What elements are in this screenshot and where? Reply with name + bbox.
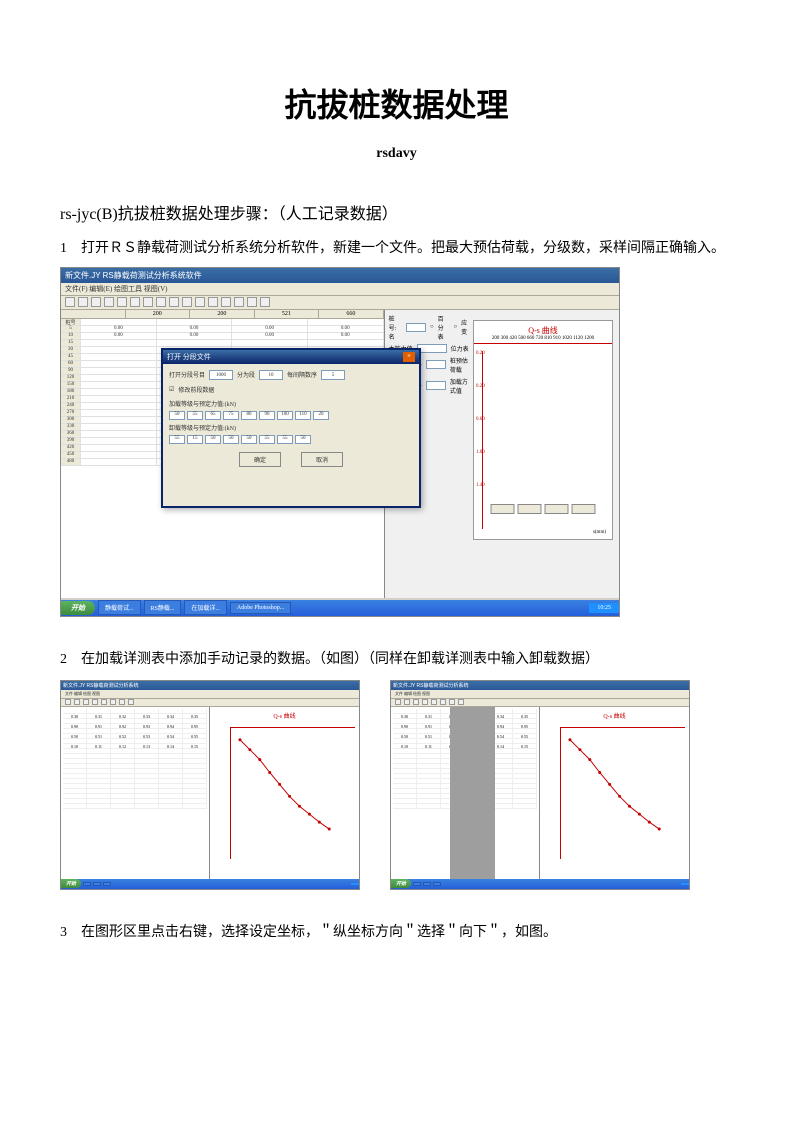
screenshot-1: 新文件.JY RS静载荷测试分析系统软件 文件(F) 编辑(E) 绘图工具 视图… [60, 267, 620, 617]
step-3: 3 在图形区里点击右键，选择设定坐标，＂纵坐标方向＂选择＂向下＂，如图。 [60, 920, 733, 945]
toolbar-btn [221, 297, 231, 307]
window-titlebar: 新文件.JY RS静载荷测试分析系统 [61, 681, 359, 690]
dialog-title-text: 打开 分段文件 [167, 352, 211, 362]
chart-area: Q-s 曲线 200 300 420 500 660 720 810 910 1… [473, 320, 613, 540]
dialog-label: 卸载等级与预定力值:(kN) [169, 423, 413, 432]
window-toolbar [391, 699, 689, 707]
taskbar: 开始 [61, 879, 359, 889]
taskbar-tray: 10:25 [589, 603, 619, 613]
chart-panel: Q-s 曲线 [210, 707, 359, 879]
step-1-num: 1 [60, 241, 67, 256]
taskbar-item: RS静载... [144, 600, 182, 615]
toolbar-btn [65, 297, 75, 307]
app-body: 0.300.310.320.330.340.350.900.910.920.93… [391, 707, 689, 879]
window-menubar: 文件(F) 编辑(E) 绘图工具 视图(V) [61, 283, 619, 296]
window-toolbar [61, 699, 359, 707]
screenshot-row: 新文件.JY RS静载荷测试分析系统 文件 编辑 绘图 视图 0.300.310… [60, 680, 733, 890]
control-label: 桩号:名 [389, 314, 402, 341]
step-3-text: 在图形区里点击右键，选择设定坐标，＂纵坐标方向＂选择＂向下＂，如图。 [81, 925, 557, 940]
gray-overlay [450, 707, 494, 879]
toolbar-btn [247, 297, 257, 307]
document-title: 抗拔桩数据处理 [60, 80, 733, 126]
taskbar: 开始 静载荷试... RS静载... 在加载详... Adobe Photosh… [61, 600, 619, 616]
chart-title: Q-s 曲线 [210, 711, 359, 720]
toolbar-btn [78, 297, 88, 307]
toolbar-btn [117, 297, 127, 307]
chart-x-axis: 200 300 420 500 660 720 810 910 1020 112… [474, 336, 612, 344]
section-heading-rest: 抗拔桩数据处理步骤：（人工记录数据） [118, 206, 398, 223]
app-body: 0.300.310.320.330.340.350.900.910.920.93… [61, 707, 359, 879]
window-titlebar: 新文件.JY RS静载荷测试分析系统软件 [61, 268, 619, 283]
dialog-titlebar: 打开 分段文件 × [163, 350, 419, 364]
taskbar: 开始 [391, 879, 689, 889]
grid-header: 200 200 521 660 [61, 310, 384, 319]
window-menubar: 文件 编辑 绘图 视图 [61, 690, 359, 699]
toolbar-btn [182, 297, 192, 307]
screenshot-3: 新文件.JY RS静载荷测试分析系统 文件 编辑 绘图 视图 0.300.310… [390, 680, 690, 890]
toolbar-btn [143, 297, 153, 307]
toolbar-btn [208, 297, 218, 307]
section-heading: rs-jyc(B)抗拔桩数据处理步骤：（人工记录数据） [60, 202, 733, 228]
taskbar-item: Adobe Photoshop... [230, 602, 291, 614]
step-3-num: 3 [60, 925, 67, 940]
taskbar-item: 静载荷试... [98, 600, 141, 615]
toolbar-btn [234, 297, 244, 307]
grid-header-cell: 200 [126, 310, 191, 318]
toolbar-btn [130, 297, 140, 307]
window-toolbar [61, 296, 619, 310]
chart-title: Q-s 曲线 [540, 711, 689, 720]
screenshot-2: 新文件.JY RS静载荷测试分析系统 文件 编辑 绘图 视图 0.300.310… [60, 680, 360, 890]
dialog-cancel-button: 取消 [301, 452, 343, 467]
step-1: 1 打开ＲＳ静载荷测试分析系统分析软件，新建一个文件。把最大预估荷载，分级数，采样… [60, 236, 733, 261]
chart-buttons [491, 504, 596, 514]
toolbar-btn [156, 297, 166, 307]
window-titlebar: 新文件.JY RS静载荷测试分析系统 [391, 681, 689, 690]
chart-panel: Q-s 曲线 [540, 707, 689, 879]
chart-curve [235, 732, 334, 837]
step-2: 2 在加载详测表中添加手动记录的数据。（如图）（同样在卸载详测表中输入卸载数据） [60, 647, 733, 672]
data-grid: 0.300.310.320.330.340.350.900.910.920.93… [391, 707, 540, 879]
section-heading-prefix: rs-jyc(B) [60, 206, 118, 223]
close-icon: × [403, 352, 415, 362]
dialog-label: 加载等级与预定力值:(kN) [169, 399, 413, 408]
toolbar-btn [104, 297, 114, 307]
chart-y-ticks: 0.20 0.20 0.60 1.00 1.40 [476, 351, 485, 516]
chart-xlabel: s(mm) [593, 530, 606, 535]
dialog-label: 打开分段号目 [169, 370, 205, 379]
dialog-open-segment: 打开 分段文件 × 打开分段号目 1000 分为段 10 每间隔数序 5 ☑修改… [161, 348, 421, 508]
start-button: 开始 [61, 601, 95, 615]
step-1-text: 打开ＲＳ静载荷测试分析系统分析软件，新建一个文件。把最大预估荷载，分级数，采样间… [81, 241, 725, 256]
start-button: 开始 [391, 879, 411, 888]
chart-curve [565, 732, 664, 837]
toolbar-btn [260, 297, 270, 307]
chart-area [560, 727, 685, 859]
window-menubar: 文件 编辑 绘图 视图 [391, 690, 689, 699]
toolbar-btn [195, 297, 205, 307]
grid-header-cell: 200 [190, 310, 255, 318]
start-button: 开始 [61, 879, 81, 888]
data-grid: 0.300.310.320.330.340.350.900.910.920.93… [61, 707, 210, 879]
step-2-text: 在加载详测表中添加手动记录的数据。（如图）（同样在卸载详测表中输入卸载数据） [81, 652, 599, 667]
dialog-checkbox-label: 修改前段数据 [178, 385, 214, 394]
dialog-ok-button: 确定 [239, 452, 281, 467]
toolbar-btn [169, 297, 179, 307]
dialog-body: 打开分段号目 1000 分为段 10 每间隔数序 5 ☑修改前段数据 加载等级与… [163, 364, 419, 473]
chart-area [230, 727, 355, 859]
grid-header-cell: 521 [255, 310, 320, 318]
grid-header-cell [61, 310, 126, 318]
step-2-num: 2 [60, 652, 67, 667]
taskbar-item: 在加载详... [184, 600, 227, 615]
chart-title: Q-s 曲线 [474, 321, 612, 336]
dialog-unload-row: 5515505050555550 [169, 435, 413, 444]
document-author: rsdavy [60, 146, 733, 162]
toolbar-btn [91, 297, 101, 307]
dialog-load-row: 50556575809010011020 [169, 411, 413, 420]
grid-header-cell: 660 [319, 310, 384, 318]
